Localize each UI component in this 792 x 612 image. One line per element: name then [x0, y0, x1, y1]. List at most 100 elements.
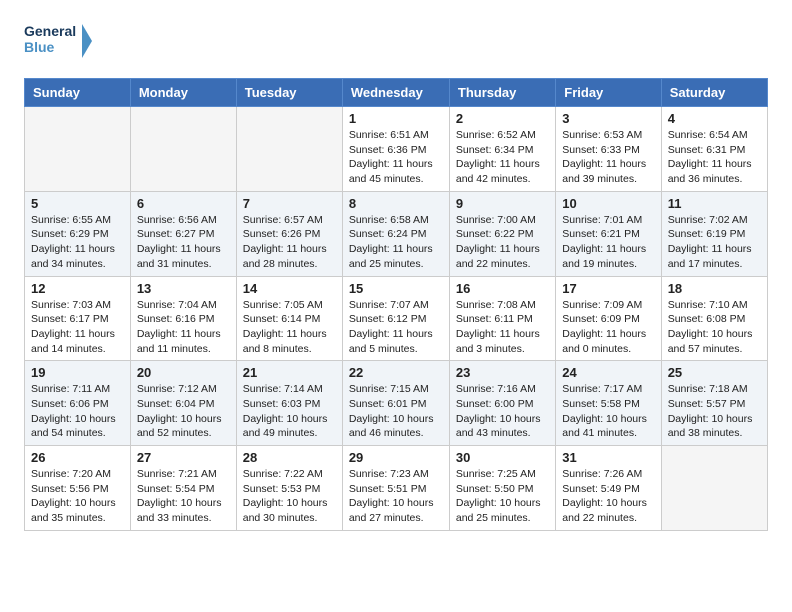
weekday-header-row: SundayMondayTuesdayWednesdayThursdayFrid…	[25, 79, 768, 107]
calendar-week-row: 26 Sunrise: 7:20 AMSunset: 5:56 PMDayligh…	[25, 446, 768, 531]
day-number: 13	[137, 281, 230, 296]
calendar-cell: 17 Sunrise: 7:09 AMSunset: 6:09 PMDayligh…	[556, 276, 661, 361]
calendar-cell: 15 Sunrise: 7:07 AMSunset: 6:12 PMDayligh…	[342, 276, 449, 361]
weekday-header: Friday	[556, 79, 661, 107]
calendar-cell: 20 Sunrise: 7:12 AMSunset: 6:04 PMDayligh…	[130, 361, 236, 446]
cell-info: Sunrise: 7:00 AMSunset: 6:22 PMDaylight:…	[456, 213, 549, 272]
cell-info: Sunrise: 6:53 AMSunset: 6:33 PMDaylight:…	[562, 128, 654, 187]
weekday-header: Thursday	[449, 79, 555, 107]
day-number: 6	[137, 196, 230, 211]
calendar-cell: 14 Sunrise: 7:05 AMSunset: 6:14 PMDayligh…	[236, 276, 342, 361]
calendar-cell: 3 Sunrise: 6:53 AMSunset: 6:33 PMDaylight…	[556, 107, 661, 192]
day-number: 22	[349, 365, 443, 380]
day-number: 29	[349, 450, 443, 465]
cell-info: Sunrise: 7:16 AMSunset: 6:00 PMDaylight:…	[456, 382, 549, 441]
svg-text:General: General	[24, 23, 76, 39]
weekday-header: Saturday	[661, 79, 767, 107]
cell-info: Sunrise: 7:02 AMSunset: 6:19 PMDaylight:…	[668, 213, 761, 272]
cell-info: Sunrise: 6:58 AMSunset: 6:24 PMDaylight:…	[349, 213, 443, 272]
cell-info: Sunrise: 7:22 AMSunset: 5:53 PMDaylight:…	[243, 467, 336, 526]
cell-info: Sunrise: 7:14 AMSunset: 6:03 PMDaylight:…	[243, 382, 336, 441]
calendar: SundayMondayTuesdayWednesdayThursdayFrid…	[24, 78, 768, 531]
calendar-cell: 25 Sunrise: 7:18 AMSunset: 5:57 PMDayligh…	[661, 361, 767, 446]
cell-info: Sunrise: 7:15 AMSunset: 6:01 PMDaylight:…	[349, 382, 443, 441]
calendar-cell: 23Sunrise: 7:16 AMSunset: 6:00 PMDayligh…	[449, 361, 555, 446]
day-number: 10	[562, 196, 654, 211]
header: General Blue	[24, 20, 768, 62]
day-number: 15	[349, 281, 443, 296]
day-number: 18	[668, 281, 761, 296]
cell-info: Sunrise: 6:54 AMSunset: 6:31 PMDaylight:…	[668, 128, 761, 187]
calendar-cell: 10 Sunrise: 7:01 AMSunset: 6:21 PMDayligh…	[556, 191, 661, 276]
calendar-cell: 26 Sunrise: 7:20 AMSunset: 5:56 PMDayligh…	[25, 446, 131, 531]
calendar-week-row: 12 Sunrise: 7:03 AMSunset: 6:17 PMDayligh…	[25, 276, 768, 361]
day-number: 2	[456, 111, 549, 126]
cell-info: Sunrise: 7:10 AMSunset: 6:08 PMDaylight:…	[668, 298, 761, 357]
day-number: 27	[137, 450, 230, 465]
calendar-week-row: 1Sunrise: 6:51 AMSunset: 6:36 PMDaylight…	[25, 107, 768, 192]
calendar-cell: 22 Sunrise: 7:15 AMSunset: 6:01 PMDayligh…	[342, 361, 449, 446]
cell-info: Sunrise: 7:20 AMSunset: 5:56 PMDaylight:…	[31, 467, 124, 526]
cell-info: Sunrise: 7:09 AMSunset: 6:09 PMDaylight:…	[562, 298, 654, 357]
calendar-cell: 2 Sunrise: 6:52 AMSunset: 6:34 PMDaylight…	[449, 107, 555, 192]
logo: General Blue	[24, 20, 94, 62]
calendar-cell: 7 Sunrise: 6:57 AMSunset: 6:26 PMDaylight…	[236, 191, 342, 276]
cell-info: Sunrise: 7:01 AMSunset: 6:21 PMDaylight:…	[562, 213, 654, 272]
calendar-cell: 21 Sunrise: 7:14 AMSunset: 6:03 PMDayligh…	[236, 361, 342, 446]
day-number: 14	[243, 281, 336, 296]
calendar-cell	[661, 446, 767, 531]
cell-info: Sunrise: 6:52 AMSunset: 6:34 PMDaylight:…	[456, 128, 549, 187]
cell-info: Sunrise: 7:11 AMSunset: 6:06 PMDaylight:…	[31, 382, 124, 441]
cell-info: Sunrise: 7:05 AMSunset: 6:14 PMDaylight:…	[243, 298, 336, 357]
cell-info: Sunrise: 7:18 AMSunset: 5:57 PMDaylight:…	[668, 382, 761, 441]
calendar-cell: 19 Sunrise: 7:11 AMSunset: 6:06 PMDayligh…	[25, 361, 131, 446]
cell-info: Sunrise: 7:12 AMSunset: 6:04 PMDaylight:…	[137, 382, 230, 441]
cell-info: Sunrise: 7:07 AMSunset: 6:12 PMDaylight:…	[349, 298, 443, 357]
day-number: 30	[456, 450, 549, 465]
day-number: 20	[137, 365, 230, 380]
calendar-cell: 9Sunrise: 7:00 AMSunset: 6:22 PMDaylight…	[449, 191, 555, 276]
calendar-cell: 8Sunrise: 6:58 AMSunset: 6:24 PMDaylight…	[342, 191, 449, 276]
calendar-cell	[25, 107, 131, 192]
day-number: 21	[243, 365, 336, 380]
calendar-week-row: 5Sunrise: 6:55 AMSunset: 6:29 PMDaylight…	[25, 191, 768, 276]
cell-info: Sunrise: 7:21 AMSunset: 5:54 PMDaylight:…	[137, 467, 230, 526]
cell-info: Sunrise: 7:03 AMSunset: 6:17 PMDaylight:…	[31, 298, 124, 357]
cell-info: Sunrise: 7:23 AMSunset: 5:51 PMDaylight:…	[349, 467, 443, 526]
weekday-header: Sunday	[25, 79, 131, 107]
calendar-cell: 4Sunrise: 6:54 AMSunset: 6:31 PMDaylight…	[661, 107, 767, 192]
cell-info: Sunrise: 7:17 AMSunset: 5:58 PMDaylight:…	[562, 382, 654, 441]
day-number: 16	[456, 281, 549, 296]
calendar-cell: 28 Sunrise: 7:22 AMSunset: 5:53 PMDayligh…	[236, 446, 342, 531]
cell-info: Sunrise: 6:56 AMSunset: 6:27 PMDaylight:…	[137, 213, 230, 272]
calendar-cell: 29 Sunrise: 7:23 AMSunset: 5:51 PMDayligh…	[342, 446, 449, 531]
day-number: 24	[562, 365, 654, 380]
day-number: 17	[562, 281, 654, 296]
calendar-cell: 13Sunrise: 7:04 AMSunset: 6:16 PMDayligh…	[130, 276, 236, 361]
calendar-cell: 6 Sunrise: 6:56 AMSunset: 6:27 PMDaylight…	[130, 191, 236, 276]
day-number: 28	[243, 450, 336, 465]
calendar-cell: 1Sunrise: 6:51 AMSunset: 6:36 PMDaylight…	[342, 107, 449, 192]
calendar-cell: 30 Sunrise: 7:25 AMSunset: 5:50 PMDayligh…	[449, 446, 555, 531]
day-number: 5	[31, 196, 124, 211]
cell-info: Sunrise: 6:57 AMSunset: 6:26 PMDaylight:…	[243, 213, 336, 272]
day-number: 1	[349, 111, 443, 126]
calendar-cell	[236, 107, 342, 192]
calendar-week-row: 19 Sunrise: 7:11 AMSunset: 6:06 PMDayligh…	[25, 361, 768, 446]
calendar-cell: 31 Sunrise: 7:26 AMSunset: 5:49 PMDayligh…	[556, 446, 661, 531]
day-number: 12	[31, 281, 124, 296]
weekday-header: Wednesday	[342, 79, 449, 107]
cell-info: Sunrise: 7:25 AMSunset: 5:50 PMDaylight:…	[456, 467, 549, 526]
day-number: 19	[31, 365, 124, 380]
day-number: 7	[243, 196, 336, 211]
calendar-cell: 16 Sunrise: 7:08 AMSunset: 6:11 PMDayligh…	[449, 276, 555, 361]
day-number: 31	[562, 450, 654, 465]
weekday-header: Tuesday	[236, 79, 342, 107]
day-number: 25	[668, 365, 761, 380]
day-number: 26	[31, 450, 124, 465]
calendar-cell	[130, 107, 236, 192]
day-number: 3	[562, 111, 654, 126]
cell-info: Sunrise: 7:26 AMSunset: 5:49 PMDaylight:…	[562, 467, 654, 526]
cell-info: Sunrise: 7:08 AMSunset: 6:11 PMDaylight:…	[456, 298, 549, 357]
calendar-cell: 12 Sunrise: 7:03 AMSunset: 6:17 PMDayligh…	[25, 276, 131, 361]
